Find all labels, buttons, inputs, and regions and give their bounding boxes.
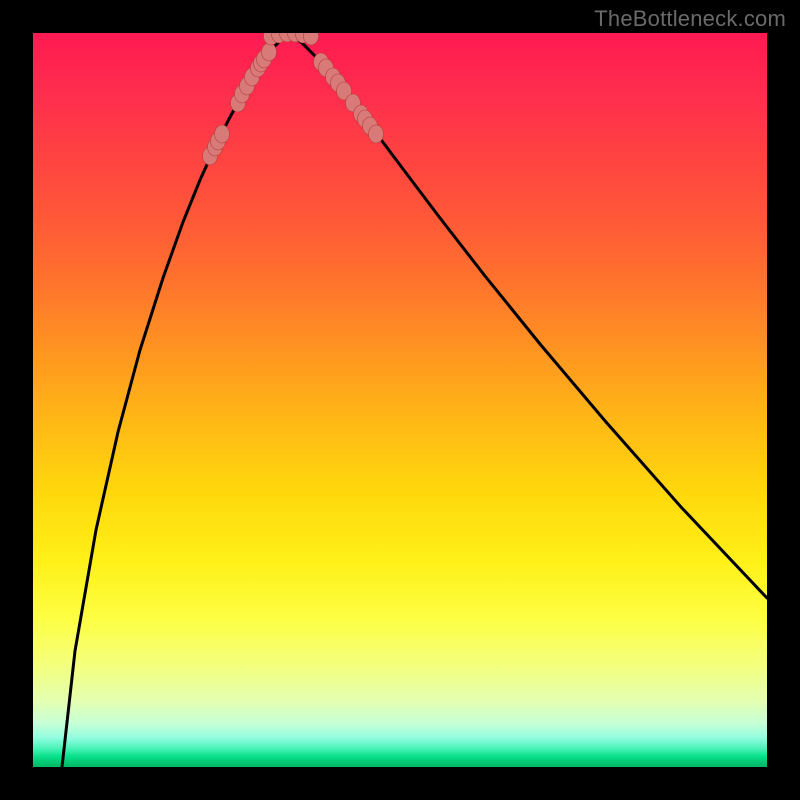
plot-area bbox=[33, 33, 767, 767]
left-dots-point bbox=[262, 43, 277, 61]
curve-layer bbox=[62, 33, 767, 767]
chart-svg bbox=[33, 33, 767, 767]
bottom-dots-point bbox=[304, 33, 319, 45]
dot-layer bbox=[203, 33, 384, 165]
right-dots-point bbox=[369, 125, 384, 143]
watermark-label: TheBottleneck.com bbox=[594, 6, 786, 32]
left-dots-point bbox=[215, 125, 230, 143]
left-curve bbox=[62, 33, 289, 767]
